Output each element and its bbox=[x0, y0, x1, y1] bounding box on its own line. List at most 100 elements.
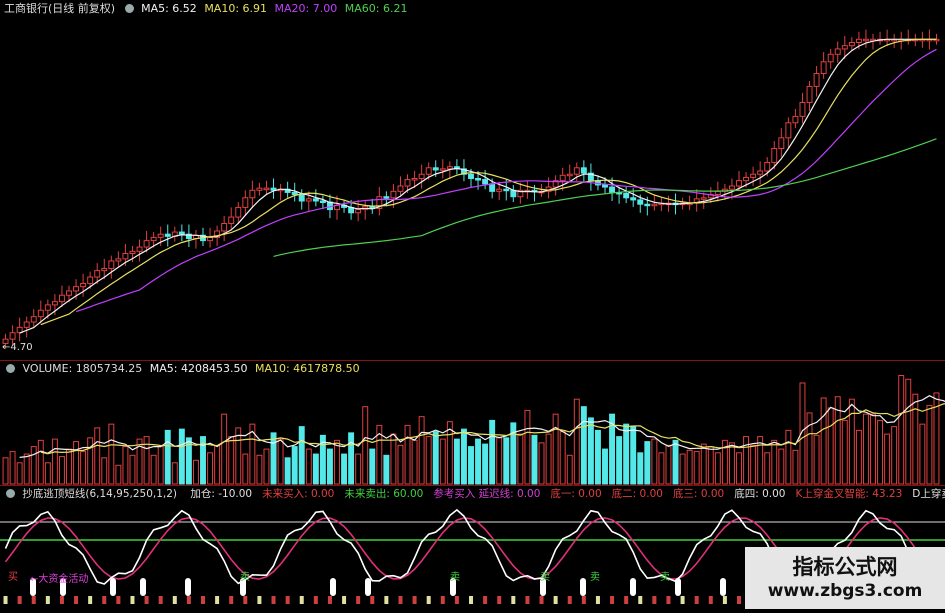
candle-body bbox=[115, 258, 122, 262]
signal-tick bbox=[722, 596, 727, 604]
settings-icon[interactable] bbox=[6, 364, 15, 373]
candle-body bbox=[792, 115, 799, 124]
volume-bar bbox=[439, 438, 446, 485]
candle-body bbox=[778, 137, 785, 150]
volume-bar bbox=[108, 423, 115, 485]
volume-bar bbox=[651, 438, 658, 485]
candle-body bbox=[164, 233, 171, 237]
signal-tick bbox=[31, 596, 36, 604]
candle-body bbox=[9, 332, 16, 340]
volume-bar bbox=[362, 406, 369, 485]
signal-tick bbox=[102, 596, 107, 604]
volume-bar bbox=[411, 439, 418, 485]
volume-bar bbox=[870, 413, 876, 485]
signal-tick bbox=[116, 596, 121, 604]
volume-bar bbox=[827, 407, 834, 485]
signal-tick bbox=[201, 596, 205, 604]
signal-marker bbox=[675, 578, 681, 596]
volume-bar bbox=[334, 439, 340, 485]
signal-tick bbox=[440, 596, 445, 604]
volume-bar bbox=[898, 375, 905, 485]
watermark-url: www.zbgs3.com bbox=[767, 581, 923, 601]
volume-bar bbox=[44, 462, 51, 485]
candle-body bbox=[644, 203, 651, 207]
signal-tick bbox=[370, 596, 375, 604]
candle-body bbox=[425, 167, 432, 175]
volume-bar bbox=[468, 446, 474, 485]
candle-body bbox=[602, 184, 608, 188]
signal-tick bbox=[708, 596, 713, 604]
indicator-item: 参考买入 延迟线: 0.00 bbox=[433, 488, 541, 500]
signal-tick bbox=[525, 596, 530, 604]
volume-bar bbox=[785, 429, 792, 485]
signal-marker bbox=[630, 578, 636, 596]
volume-bar bbox=[580, 406, 587, 485]
volume-bar bbox=[263, 448, 270, 485]
volume-bar bbox=[764, 452, 771, 485]
candle-body bbox=[771, 148, 778, 163]
candle-body bbox=[108, 260, 115, 269]
signal-marker bbox=[580, 578, 586, 596]
volume-bar bbox=[383, 454, 390, 485]
volume-bar bbox=[778, 448, 785, 485]
candle-body bbox=[813, 73, 820, 87]
volume-bar bbox=[277, 438, 284, 485]
candle-body bbox=[559, 174, 566, 182]
candle-body bbox=[242, 197, 249, 208]
settings-icon[interactable] bbox=[124, 4, 134, 13]
signal-tick bbox=[638, 596, 643, 604]
settings-icon[interactable] bbox=[6, 489, 15, 498]
volume-bar bbox=[905, 378, 912, 485]
signal-tick bbox=[511, 596, 516, 604]
volume-bar bbox=[630, 426, 637, 485]
signal-marker bbox=[140, 578, 146, 596]
signal-tick bbox=[342, 596, 347, 604]
volume-bar bbox=[475, 438, 482, 485]
signal-marker bbox=[330, 578, 336, 596]
volume-bar bbox=[341, 453, 348, 485]
volume-bar bbox=[73, 441, 80, 485]
volume-bar bbox=[862, 413, 869, 485]
signal-tick bbox=[285, 596, 290, 604]
candle-body bbox=[383, 196, 390, 199]
candle-body bbox=[418, 173, 425, 180]
signal-tick bbox=[271, 596, 276, 604]
volume-bar bbox=[503, 437, 510, 485]
signal-tick bbox=[158, 596, 163, 604]
volume-bar bbox=[418, 416, 425, 485]
signal-tick bbox=[581, 596, 586, 604]
candle-body bbox=[256, 187, 263, 191]
signal-tick bbox=[652, 596, 657, 604]
candle-body bbox=[489, 183, 496, 192]
candle-body bbox=[249, 189, 256, 199]
volume-bar bbox=[425, 436, 432, 485]
volume-bar bbox=[115, 464, 122, 485]
volume-bar bbox=[94, 427, 101, 485]
candle-body bbox=[66, 290, 72, 296]
candle-body bbox=[637, 199, 644, 205]
sell-label: 卖 bbox=[450, 571, 460, 583]
volume-bar bbox=[736, 452, 742, 485]
candle-body bbox=[44, 304, 51, 311]
volume-bar bbox=[616, 436, 623, 485]
candle-body bbox=[503, 188, 510, 192]
candle-body bbox=[411, 178, 418, 181]
candle-body bbox=[736, 180, 742, 187]
ma60-value: MA60: 6.21 bbox=[344, 2, 408, 15]
candle-body bbox=[580, 167, 587, 174]
candle-body bbox=[743, 176, 750, 182]
candle-body bbox=[298, 194, 305, 202]
ma20-value: MA20: 7.00 bbox=[274, 2, 338, 15]
candle-body bbox=[129, 250, 136, 254]
volume-bar bbox=[192, 459, 199, 485]
ma60-line bbox=[273, 138, 937, 257]
candle-body bbox=[806, 85, 813, 103]
volume-bar bbox=[129, 454, 136, 485]
signal-tick bbox=[666, 596, 671, 604]
volume-bar bbox=[66, 448, 72, 485]
candle-body bbox=[404, 179, 411, 187]
indicator-item: D上穿卖股 bbox=[912, 488, 945, 500]
volume-bar bbox=[446, 421, 453, 485]
candle-body bbox=[178, 231, 185, 235]
signal-tick bbox=[737, 596, 741, 604]
